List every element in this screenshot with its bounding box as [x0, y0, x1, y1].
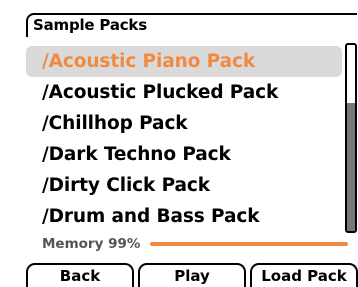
memory-usage-fill	[150, 242, 348, 246]
list-item-acoustic-plucked-pack[interactable]: /Acoustic Plucked Pack	[26, 77, 342, 108]
memory-label: Memory 99%	[42, 236, 141, 252]
scrollbar-thumb[interactable]	[347, 103, 355, 231]
play-button[interactable]: Play	[138, 263, 246, 287]
list-item-dirty-click-pack[interactable]: /Dirty Click Pack	[26, 170, 342, 201]
page-title: Sample Packs	[33, 16, 147, 34]
list-item-chillhop-pack[interactable]: /Chillhop Pack	[26, 108, 342, 139]
list-item-dark-techno-pack[interactable]: /Dark Techno Pack	[26, 139, 342, 170]
sample-pack-browser: Sample Packs /Acoustic Piano Pack /Acous…	[0, 0, 358, 287]
list-scrollbar[interactable]	[345, 43, 357, 233]
list-item-acoustic-piano-pack[interactable]: /Acoustic Piano Pack	[26, 46, 342, 77]
back-button[interactable]: Back	[26, 263, 134, 287]
list-item-drum-and-bass-pack[interactable]: /Drum and Bass Pack	[26, 201, 342, 232]
sample-pack-list: /Acoustic Piano Pack /Acoustic Plucked P…	[26, 46, 342, 232]
memory-usage-bar	[150, 242, 350, 246]
load-pack-button[interactable]: Load Pack	[250, 263, 358, 287]
